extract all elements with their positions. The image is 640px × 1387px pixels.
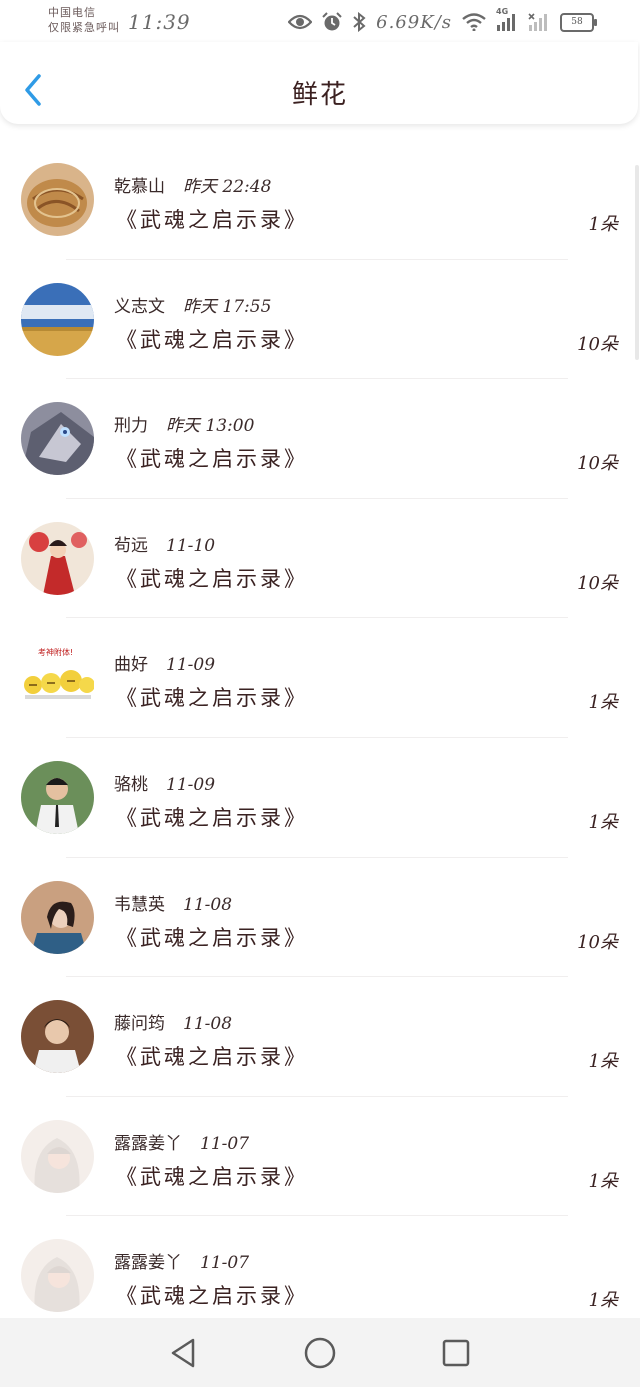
- send-time: 11-09: [166, 655, 216, 676]
- header: 鲜花: [0, 42, 638, 124]
- status-time: 11:39: [128, 10, 191, 34]
- sender-name: 露露姜丫: [114, 1253, 182, 1274]
- carrier-status: 仅限紧急呼叫: [48, 21, 120, 34]
- book-title: 《武魂之启示录》: [116, 327, 308, 352]
- sender-info: 乾慕山 昨天 22:48: [114, 172, 271, 197]
- boy-avatar[interactable]: [21, 760, 94, 834]
- sender-info: 曲好 11-09: [114, 650, 215, 675]
- sender-name: 乾慕山: [114, 177, 165, 197]
- send-time: 11-07: [200, 1253, 250, 1274]
- bluetooth-icon: [352, 12, 366, 32]
- send-time: 11-07: [200, 1133, 250, 1154]
- wolf-avatar[interactable]: [21, 402, 94, 476]
- sender-info: 藤问筠 11-08: [114, 1009, 232, 1034]
- sender-info: 刑力 昨天 13:00: [114, 411, 254, 436]
- book-title: 《武魂之启示录》: [116, 686, 308, 711]
- sender-name: 茍远: [114, 535, 148, 556]
- flower-count: 10朵: [577, 572, 618, 594]
- sender-name: 义志文: [114, 296, 165, 317]
- list-item[interactable]: 茍远 11-10 《武魂之启示录》 10朵: [0, 499, 640, 619]
- flower-count: 1朵: [588, 692, 618, 714]
- sender-info: 骆桃 11-09: [114, 770, 215, 795]
- sender-name: 刑力: [114, 416, 148, 437]
- book-title: 《武魂之启示录》: [116, 1164, 308, 1189]
- wifi-icon: [462, 13, 486, 31]
- book-title: 《武魂之启示录》: [116, 805, 308, 830]
- alarm-icon: [322, 12, 342, 32]
- sender-name: 韦慧英: [114, 894, 165, 915]
- flower-count: 1朵: [588, 811, 618, 833]
- signal-icon: 4G: [496, 7, 518, 31]
- sender-name: 露露姜丫: [114, 1133, 182, 1154]
- eye-icon: [288, 14, 313, 30]
- send-time: 昨天 17:55: [183, 296, 272, 317]
- man-avatar[interactable]: [21, 1000, 94, 1074]
- flower-list: 乾慕山 昨天 22:48 《武魂之启示录》 1朵 义志文 昨天 17:55 《武魂之…: [0, 140, 640, 1336]
- flower-count: 1朵: [588, 1051, 618, 1073]
- page-title: 鲜花: [291, 80, 348, 110]
- flower-count: 1朵: [588, 214, 618, 235]
- send-time: 11-09: [166, 774, 216, 795]
- nav-recents-button[interactable]: [439, 1336, 473, 1370]
- list-item[interactable]: 藤问筠 11-08 《武魂之启示录》 1朵: [0, 977, 640, 1097]
- send-time: 11-08: [183, 894, 233, 915]
- no-signal-icon: [528, 13, 550, 31]
- nav-home-button[interactable]: [303, 1336, 337, 1370]
- book-title: 《武魂之启示录》: [116, 1045, 308, 1070]
- list-item[interactable]: 刑力 昨天 13:00 《武魂之启示录》 10朵: [0, 379, 640, 499]
- sender-info: 露露姜丫 11-07: [114, 1248, 249, 1273]
- flower-count: 10朵: [577, 931, 618, 953]
- sender-info: 茍远 11-10: [114, 531, 215, 556]
- list-item[interactable]: 乾慕山 昨天 22:48 《武魂之启示录》 1朵: [0, 140, 640, 260]
- sender-name: 藤问筠: [114, 1014, 165, 1035]
- book-title: 《武魂之启示录》: [116, 447, 308, 472]
- sender-name: 曲好: [114, 655, 148, 676]
- book-title: 《武魂之启示录》: [116, 925, 308, 950]
- sender-name: 骆桃: [114, 774, 148, 795]
- send-time: 昨天 22:48: [183, 177, 272, 197]
- system-nav-bar: [0, 1318, 640, 1387]
- book-title: 《武魂之启示录》: [116, 1284, 308, 1309]
- list-item[interactable]: 韦慧英 11-08 《武魂之启示录》 10朵: [0, 858, 640, 978]
- send-time: 11-08: [183, 1014, 233, 1035]
- flower-count: 10朵: [577, 333, 618, 355]
- white-hair-avatar[interactable]: [21, 1119, 94, 1193]
- carrier-name: 中国电信: [48, 6, 96, 19]
- sender-info: 韦慧英 11-08: [114, 890, 232, 915]
- list-item[interactable]: 露露姜丫 11-07 《武魂之启示录》 1朵: [0, 1097, 640, 1217]
- back-triangle-icon: [171, 1338, 195, 1368]
- recents-square-icon: [442, 1339, 470, 1367]
- emoji-avatar-caption: 考神附体!: [38, 648, 74, 658]
- battery-icon: 58: [560, 12, 597, 32]
- status-bar: 中国电信 仅限紧急呼叫 11:39 6.69K/s 4G 58: [0, 0, 640, 42]
- carrier-info: 中国电信 仅限紧急呼叫: [48, 5, 120, 35]
- nav-back-button[interactable]: [167, 1336, 201, 1370]
- signal-label: 4G: [496, 7, 509, 16]
- sender-info: 露露姜丫 11-07: [114, 1129, 249, 1154]
- food-avatar[interactable]: [21, 163, 94, 236]
- flower-count: 1朵: [588, 1170, 618, 1192]
- send-time: 11-10: [166, 535, 216, 556]
- list-item[interactable]: 考神附体! 曲好 11-09 《武魂之启示录》 1朵: [0, 618, 640, 738]
- list-item[interactable]: 义志文 昨天 17:55 《武魂之启示录》 10朵: [0, 260, 640, 380]
- emoji-avatar[interactable]: 考神附体!: [21, 641, 95, 714]
- home-circle-icon: [304, 1337, 336, 1369]
- battery-level: 58: [571, 16, 583, 27]
- sender-info: 义志文 昨天 17:55: [114, 292, 271, 317]
- flower-count: 10朵: [577, 453, 618, 475]
- flower-count: 1朵: [588, 1290, 618, 1312]
- white-hair-avatar[interactable]: [21, 1239, 94, 1313]
- book-title: 《武魂之启示录》: [116, 208, 308, 232]
- list-item[interactable]: 骆桃 11-09 《武魂之启示录》 1朵: [0, 738, 640, 858]
- girl-avatar[interactable]: [21, 880, 94, 954]
- book-title: 《武魂之启示录》: [116, 566, 308, 591]
- landscape-avatar[interactable]: [21, 282, 94, 356]
- status-icons: 6.69K/s 4G 58: [288, 7, 597, 34]
- net-speed: 6.69K/s: [376, 11, 452, 33]
- costume-avatar[interactable]: [21, 521, 94, 595]
- send-time: 昨天 13:00: [166, 416, 255, 437]
